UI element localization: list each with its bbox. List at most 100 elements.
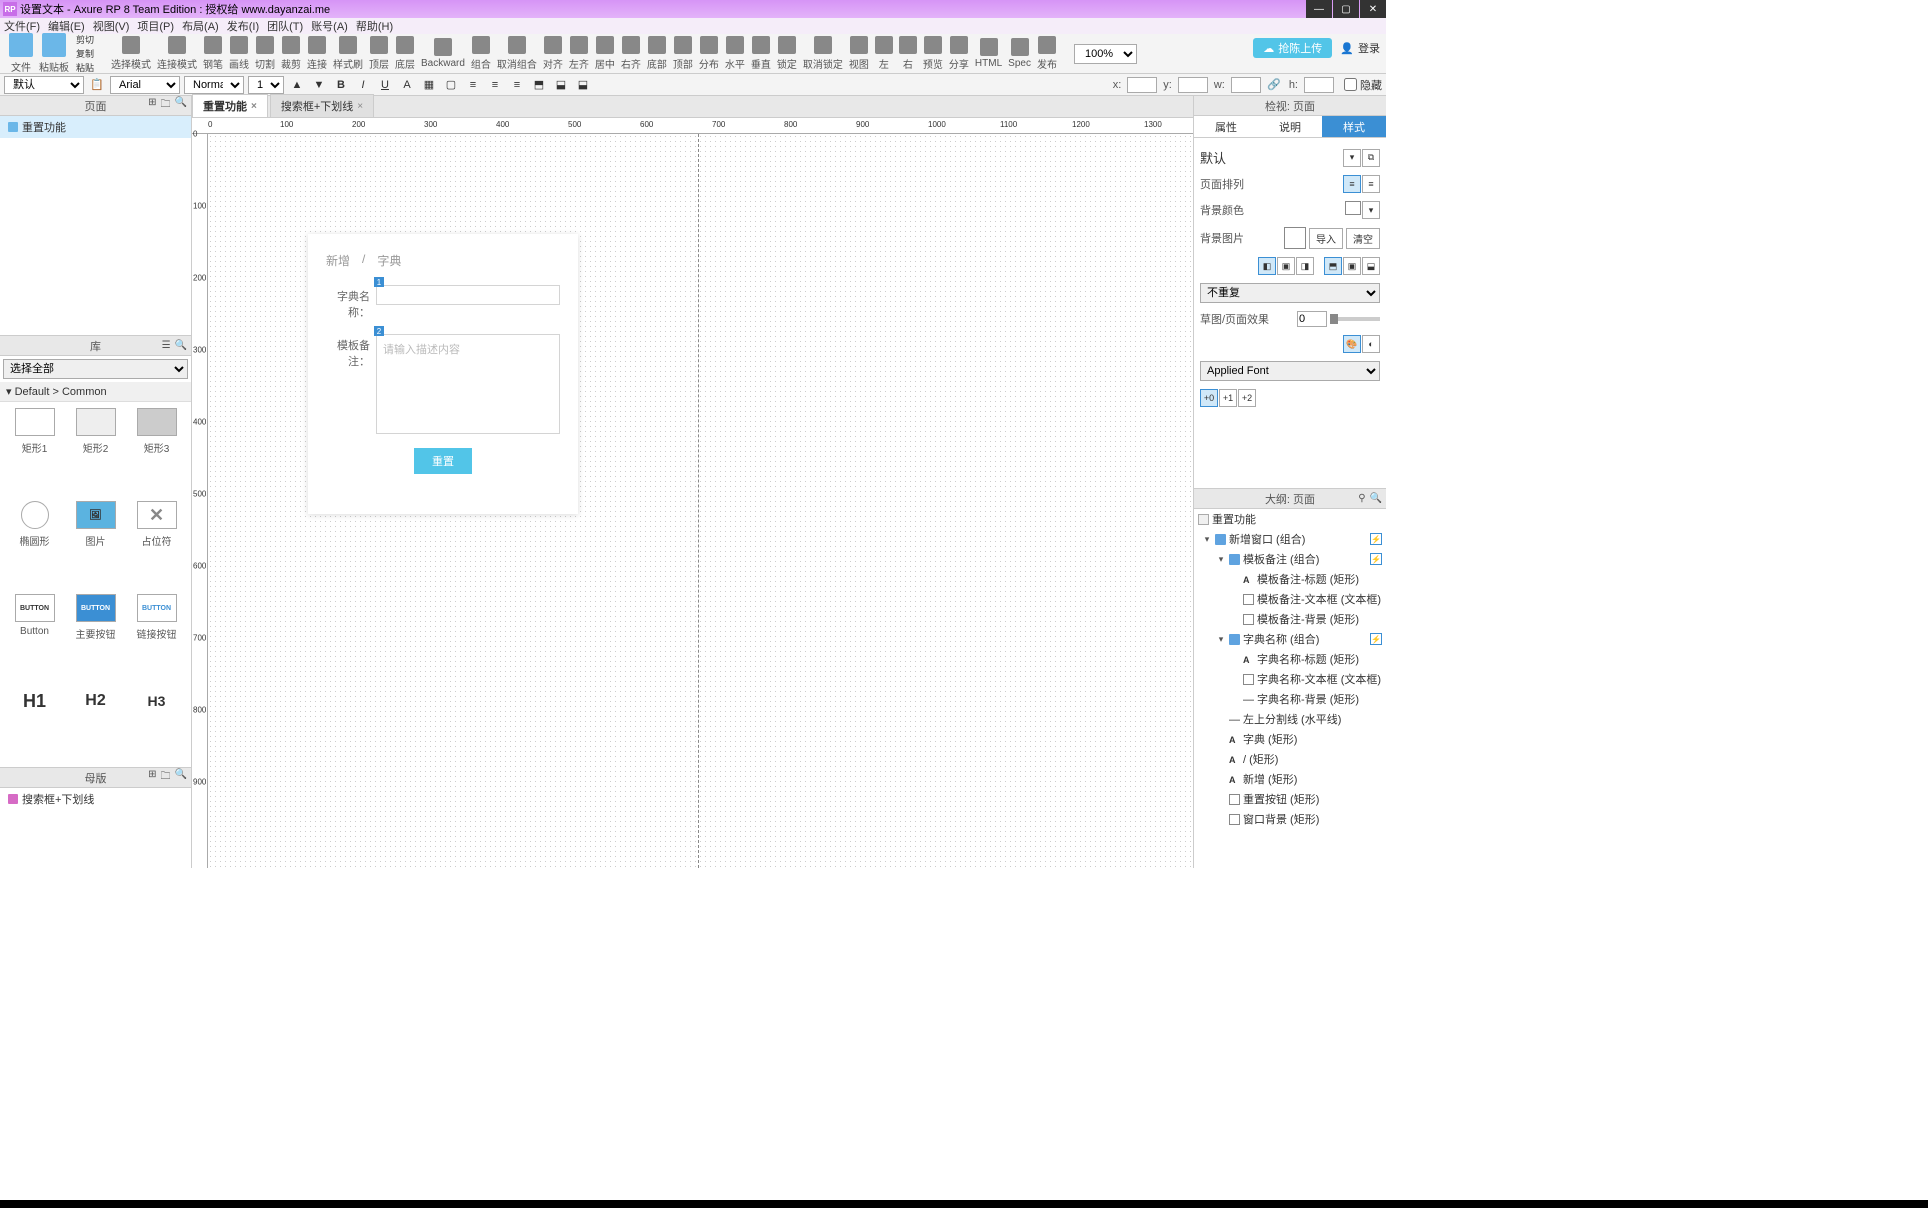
ribbon-对齐[interactable]: 对齐 [543,36,563,71]
coord-y-input[interactable] [1178,77,1208,93]
style-manage-icon[interactable]: ⧉ [1362,149,1380,167]
lib-rect2[interactable]: 矩形2 [67,408,124,497]
library-selector[interactable]: 选择全部 [3,359,188,379]
ribbon-cut[interactable]: 剪切 [76,33,94,46]
ribbon-画线[interactable]: 画线 [229,36,249,71]
ribbon-垂直[interactable]: 垂直 [751,36,771,71]
ribbon-发布[interactable]: 发布 [1037,36,1057,71]
align-center-icon[interactable]: ≡ [486,76,504,94]
outline-item[interactable]: 模板备注-标题 (矩形) [1194,569,1386,589]
menu-layout[interactable]: 布局(A) [182,18,219,34]
mockup-dialog[interactable]: 新增 / 字典 1 字典名称： 2 模板备注： 请输入描述内容 重置 [308,234,578,514]
pages-search-icon[interactable]: 🔍 [175,97,187,114]
outline-item[interactable]: ▾模板备注 (组合)⚡ [1194,549,1386,569]
outline-item[interactable]: ▾新增窗口 (组合)⚡ [1194,529,1386,549]
import-button[interactable]: 导入 [1309,228,1343,249]
ribbon-连接模式[interactable]: 连接模式 [157,36,197,71]
lib-h3[interactable]: H3 [128,687,185,761]
master-item[interactable]: 搜索框+下划线 [0,788,191,810]
outline-item[interactable]: 窗口背景 (矩形) [1194,809,1386,829]
lib-link-button[interactable]: BUTTON链接按钮 [128,594,185,683]
lib-rect1[interactable]: 矩形1 [6,408,63,497]
masters-folder-icon[interactable]: 🗀 [161,769,171,786]
ribbon-锁定[interactable]: 锁定 [777,36,797,71]
style-dropdown-icon[interactable]: ▾ [1343,149,1361,167]
ribbon-组合[interactable]: 组合 [471,36,491,71]
outline-item[interactable]: 字典名称-背景 (矩形) [1194,689,1386,709]
masters-add-icon[interactable]: ⊞ [148,769,156,786]
valign-top-icon[interactable]: ⬒ [530,76,548,94]
tab-close-icon[interactable]: × [251,101,257,112]
outline-item[interactable]: ▾字典名称 (组合)⚡ [1194,629,1386,649]
template-note-input[interactable]: 请输入描述内容 [376,334,560,434]
ribbon-paste[interactable]: 粘贴 [76,61,94,74]
valign-mid-icon[interactable]: ⬓ [552,76,570,94]
library-category[interactable]: ▾ Default > Common [0,382,191,402]
tab-search[interactable]: 搜索框+下划线× [270,94,374,117]
ribbon-裁剪[interactable]: 裁剪 [281,36,301,71]
ribbon-Spec[interactable]: Spec [1008,38,1031,69]
ruler-vertical[interactable]: 0100200300400500600700800900 [192,134,208,868]
ribbon-预览[interactable]: 预览 [923,36,943,71]
outline-item[interactable]: 模板备注-文本框 (文本框) [1194,589,1386,609]
bgcolor-swatch[interactable] [1345,201,1361,215]
page-align-center-icon[interactable]: ≡ [1362,175,1380,193]
menu-account[interactable]: 账号(A) [311,18,348,34]
menu-project[interactable]: 项目(P) [137,18,174,34]
valign-m-icon[interactable]: ▣ [1343,257,1361,275]
outline-item[interactable]: 模板备注-背景 (矩形) [1194,609,1386,629]
masters-search-icon[interactable]: 🔍 [175,769,187,786]
bgcolor-dropdown-icon[interactable]: ▾ [1362,201,1380,219]
ribbon-顶部[interactable]: 顶部 [673,36,693,71]
ribbon-连接[interactable]: 连接 [307,36,327,71]
ribbon-取消组合[interactable]: 取消组合 [497,36,537,71]
lock-aspect-icon[interactable]: 🔗 [1265,76,1283,94]
italic-icon[interactable]: I [354,76,372,94]
lib-placeholder[interactable]: 占位符 [128,501,185,590]
zoom-select[interactable]: 100% [1074,44,1137,64]
pages-folder-icon[interactable]: 🗀 [161,97,171,114]
inspector-tab-style[interactable]: 样式 [1322,116,1386,137]
ribbon-copy[interactable]: 复制 [76,47,94,60]
outline-item[interactable]: 字典名称-标题 (矩形) [1194,649,1386,669]
outline-item[interactable]: 新增 (矩形) [1194,769,1386,789]
outline-item[interactable]: 字典 (矩形) [1194,729,1386,749]
border-icon[interactable]: ▢ [442,76,460,94]
lib-h1[interactable]: H1 [6,687,63,761]
ribbon-居中[interactable]: 居中 [595,36,615,71]
style-add-icon[interactable]: 📋 [88,76,106,94]
font-select-insp[interactable]: Applied Font [1200,361,1380,381]
ribbon-clipboard[interactable]: 粘贴板 [39,33,69,74]
lib-image[interactable]: 🖼图片 [67,501,124,590]
sketch-input[interactable] [1297,311,1327,327]
interaction-icon[interactable]: ⚡ [1370,633,1382,645]
color-mode-icon[interactable]: 🎨 [1343,335,1361,353]
coord-x-input[interactable] [1127,77,1157,93]
size-select[interactable]: 13 [248,76,284,94]
reset-button[interactable]: 重置 [414,448,472,474]
coord-h-input[interactable] [1304,77,1334,93]
ribbon-分布[interactable]: 分布 [699,36,719,71]
bgimg-preview[interactable] [1284,227,1306,249]
menu-view[interactable]: 视图(V) [93,18,130,34]
ribbon-底层[interactable]: 底层 [395,36,415,71]
dict-name-input[interactable] [376,285,560,305]
inspector-tab-notes[interactable]: 说明 [1258,116,1322,137]
gray-mode-icon[interactable]: ◐ [1362,335,1380,353]
lib-button[interactable]: BUTTONButton [6,594,63,683]
lib-primary-button[interactable]: BUTTON主要按钮 [67,594,124,683]
ribbon-分享[interactable]: 分享 [949,36,969,71]
plus2-button[interactable]: +2 [1238,389,1256,407]
ribbon-右齐[interactable]: 右齐 [621,36,641,71]
ribbon-样式刷[interactable]: 样式刷 [333,36,363,71]
lib-search-icon[interactable]: 🔍 [175,340,187,351]
maximize-button[interactable]: ▢ [1333,0,1359,18]
underline-icon[interactable]: U [376,76,394,94]
valign-t-icon[interactable]: ⬒ [1324,257,1342,275]
valign-b-icon[interactable]: ⬓ [1362,257,1380,275]
menu-help[interactable]: 帮助(H) [356,18,393,34]
outline-item[interactable]: 左上分割线 (水平线) [1194,709,1386,729]
plus0-button[interactable]: +0 [1200,389,1218,407]
lib-ellipse[interactable]: 椭圆形 [6,501,63,590]
inspector-tab-props[interactable]: 属性 [1194,116,1258,137]
